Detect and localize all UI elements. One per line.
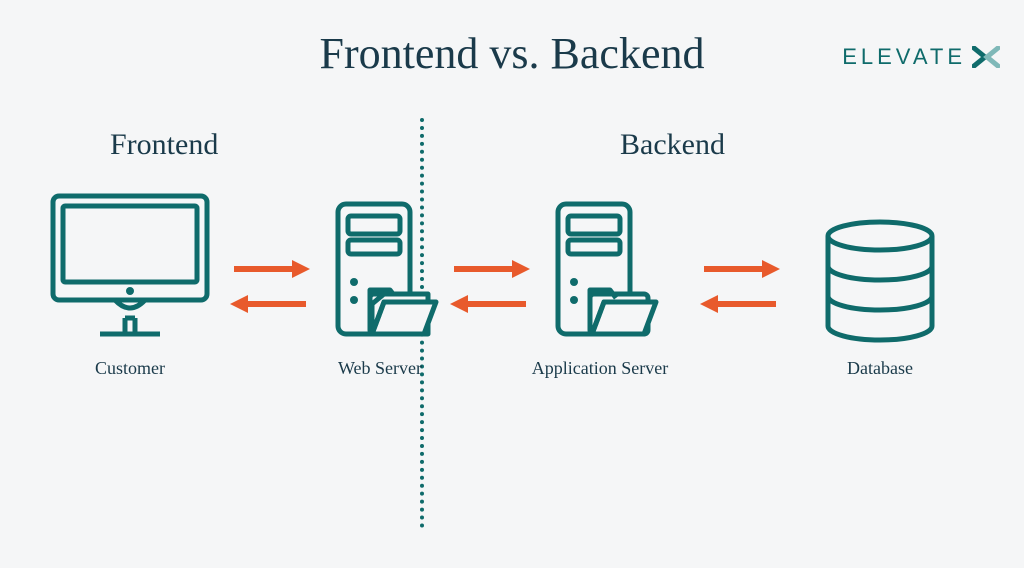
backend-section-label: Backend: [620, 128, 725, 162]
web-server-caption: Web Server: [338, 358, 422, 379]
arrow-right-icon: [450, 258, 530, 285]
database-icon: [815, 218, 945, 348]
arrow-right-icon: [230, 258, 310, 285]
arrows-web-app: [450, 258, 530, 320]
app-server-caption: Application Server: [532, 358, 668, 379]
customer-node: Customer: [40, 188, 220, 379]
arrows-customer-web: [230, 258, 310, 320]
server-icon: [540, 198, 660, 348]
web-server-node: Web Server: [300, 198, 460, 379]
brand-x-icon: [972, 46, 1000, 68]
brand-logo: ELEVATE: [842, 44, 1000, 70]
brand-name: ELEVATE: [842, 44, 966, 70]
database-node: Database: [800, 218, 960, 379]
customer-caption: Customer: [95, 358, 165, 379]
arrows-app-db: [700, 258, 780, 320]
frontend-section-label: Frontend: [110, 128, 218, 162]
arrow-left-icon: [230, 293, 310, 320]
arrow-left-icon: [450, 293, 530, 320]
architecture-row: Customer: [0, 188, 1024, 448]
app-server-node: Application Server: [520, 198, 680, 379]
arrow-left-icon: [700, 293, 780, 320]
database-caption: Database: [847, 358, 913, 379]
arrow-right-icon: [700, 258, 780, 285]
server-icon: [320, 198, 440, 348]
monitor-icon: [45, 188, 215, 348]
